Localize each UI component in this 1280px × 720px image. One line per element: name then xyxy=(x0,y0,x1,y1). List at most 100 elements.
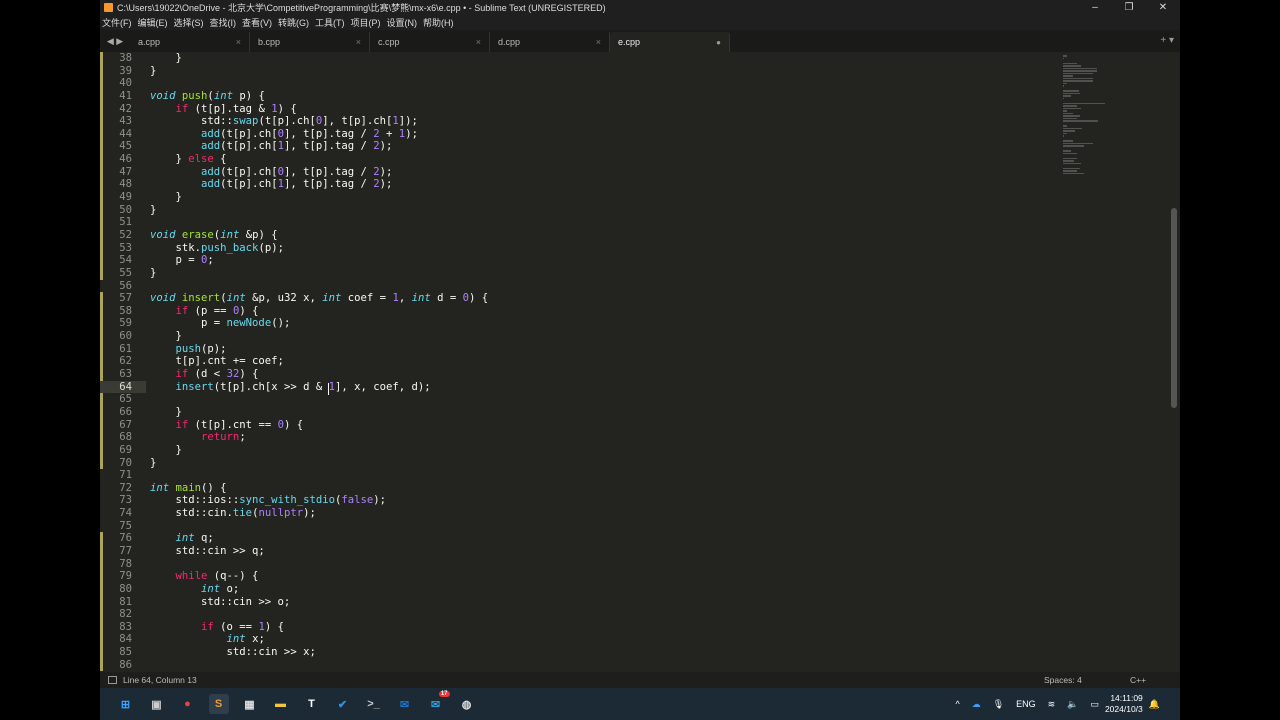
menu-item[interactable]: 查找(I) xyxy=(210,16,237,29)
minimap[interactable] xyxy=(1063,54,1113,204)
menu-bar: 文件(F) 编辑(E) 选择(S) 查找(I) 查看(V) 转跳(G) 工具(T) 项目(P)… xyxy=(100,15,1180,30)
show-hidden-icons-button[interactable]: ^ xyxy=(955,699,959,709)
minimap-line xyxy=(1063,117,1077,119)
minimap-line xyxy=(1063,80,1094,82)
code-line: 46 } else { xyxy=(100,153,1165,166)
close-tab-icon[interactable]: × xyxy=(476,37,481,47)
code-line: 84 int x; xyxy=(100,633,1165,647)
onedrive-icon[interactable]: ☁ xyxy=(972,699,981,710)
syntax-selector[interactable]: C++ xyxy=(1130,675,1180,685)
code-token: (t[p].ch[ xyxy=(258,115,316,128)
code-token: (t[p].cnt == xyxy=(188,418,278,431)
close-tab-icon[interactable]: × xyxy=(596,37,601,47)
line-number: 78 xyxy=(119,557,132,570)
line-code: int o; xyxy=(150,583,239,596)
line-number: 68 xyxy=(119,431,132,444)
microphone-icon[interactable]: 🎙 xyxy=(993,699,1004,710)
code-line: 56 xyxy=(100,280,1165,293)
tab-b-cpp[interactable]: b.cpp × xyxy=(250,32,370,52)
outlook-icon[interactable]: ✉ xyxy=(395,694,415,714)
maximize-button[interactable]: ❐ xyxy=(1112,2,1146,13)
typora-icon[interactable]: T xyxy=(302,694,322,714)
minimap-line xyxy=(1063,72,1094,74)
menu-item[interactable]: 选择(S) xyxy=(174,16,204,29)
tab-d-cpp[interactable]: d.cpp × xyxy=(490,32,610,52)
close-tab-icon[interactable]: × xyxy=(236,37,241,47)
code-token: , xyxy=(398,292,412,305)
line-number: 40 xyxy=(119,77,132,90)
minimap-line xyxy=(1063,102,1106,104)
volume-icon[interactable]: 🔈 xyxy=(1067,699,1078,710)
code-token: void xyxy=(150,228,176,241)
code-token: (t[p].ch[ xyxy=(220,127,278,140)
todo-icon[interactable]: ✔ xyxy=(333,694,353,714)
line-code: if (t[p].cnt == 0) { xyxy=(150,418,304,432)
minimap-line xyxy=(1063,132,1067,134)
close-button[interactable]: ✕ xyxy=(1146,2,1180,13)
line-code: add(t[p].ch[0], t[p].tag / 2); xyxy=(150,166,392,179)
line-code: p = 0; xyxy=(150,254,214,267)
tab-nav-arrows[interactable]: ◀ ▶ xyxy=(100,30,130,52)
line-number: 70 xyxy=(119,456,132,469)
panel-toggle-icon[interactable] xyxy=(108,676,117,684)
app-icon[interactable]: ◍ xyxy=(457,694,477,714)
scrollbar-thumb[interactable] xyxy=(1171,208,1177,408)
menu-item[interactable]: 编辑(E) xyxy=(138,16,168,29)
code-token: (p); xyxy=(258,241,284,254)
menu-item[interactable]: 项目(P) xyxy=(351,16,381,29)
code-editor[interactable]: 38 } 39} 40 41 void push(int p) {42 if (t[p]… xyxy=(100,52,1165,672)
menu-item[interactable]: 文件(F) xyxy=(102,16,132,29)
code-token: newNode xyxy=(226,317,272,330)
windows-start-icon[interactable]: ⊞ xyxy=(116,694,136,714)
chrome-icon[interactable]: ● xyxy=(178,694,198,714)
code-line: 42 if (t[p].tag & 1) { xyxy=(100,102,1165,116)
code-token: nullptr xyxy=(258,507,304,520)
unsaved-dot-icon[interactable]: ● xyxy=(716,38,721,47)
minimap-line xyxy=(1063,75,1073,77)
indentation-selector[interactable]: Spaces: 4 xyxy=(1044,675,1130,685)
code-token: int xyxy=(220,228,240,241)
task-view-icon[interactable]: ▣ xyxy=(147,694,167,714)
language-indicator[interactable]: ENG xyxy=(1016,699,1036,709)
code-token: if xyxy=(175,418,189,431)
code-token: ); xyxy=(379,140,393,153)
menu-item[interactable]: 帮助(H) xyxy=(423,16,454,29)
tab-c-cpp[interactable]: c.cpp × xyxy=(370,32,490,52)
code-token: ) { xyxy=(239,304,259,317)
menu-item[interactable]: 查看(V) xyxy=(242,16,272,29)
code-token: ], t[p].tag / xyxy=(283,178,374,191)
line-number: 74 xyxy=(119,507,132,520)
messaging-icon[interactable]: ✉ 17 xyxy=(426,691,450,714)
battery-icon[interactable]: ▭ xyxy=(1090,699,1099,710)
line-code: add(t[p].ch[1], t[p].tag / 2); xyxy=(150,140,392,153)
code-token: } xyxy=(150,52,182,64)
status-bar: Line 64, Column 13 Spaces: 4 C++ xyxy=(100,672,1180,688)
tab-e-cpp[interactable]: e.cpp ● xyxy=(610,32,730,52)
vertical-scrollbar[interactable] xyxy=(1170,56,1178,666)
menu-item[interactable]: 设置(N) xyxy=(387,16,418,29)
file-explorer-icon[interactable]: ▬ xyxy=(271,694,291,714)
menu-item[interactable]: 转跳(G) xyxy=(278,16,309,29)
code-line: 77 std::cin >> q; xyxy=(100,544,1165,558)
wifi-icon[interactable]: ≋ xyxy=(1048,699,1056,710)
code-line: 43 std::swap(t[p].ch[0], t[p].ch[1]); xyxy=(100,115,1165,128)
menu-item[interactable]: 工具(T) xyxy=(315,16,345,29)
line-number: 42 xyxy=(119,102,132,115)
line-number: 83 xyxy=(119,620,132,633)
code-token: false xyxy=(341,494,374,507)
tab-a-cpp[interactable]: a.cpp × xyxy=(130,32,250,52)
line-code: } xyxy=(150,52,182,65)
code-token: (o == xyxy=(213,620,259,633)
minimize-button[interactable]: – xyxy=(1078,2,1112,13)
calculator-icon[interactable]: ▦ xyxy=(240,694,260,714)
terminal-icon[interactable]: >_ xyxy=(364,694,384,714)
code-token: push xyxy=(175,342,202,355)
tab-actions[interactable]: + ▾ xyxy=(1160,35,1174,46)
clock[interactable]: 14:11:09 2024/10/3 xyxy=(1105,693,1143,715)
sublime-text-icon[interactable]: S xyxy=(208,694,229,714)
close-tab-icon[interactable]: × xyxy=(356,37,361,47)
notification-bell-icon[interactable]: 🔔 xyxy=(1149,699,1160,710)
code-line: 73 std::ios::sync_with_stdio(false); xyxy=(100,494,1165,507)
